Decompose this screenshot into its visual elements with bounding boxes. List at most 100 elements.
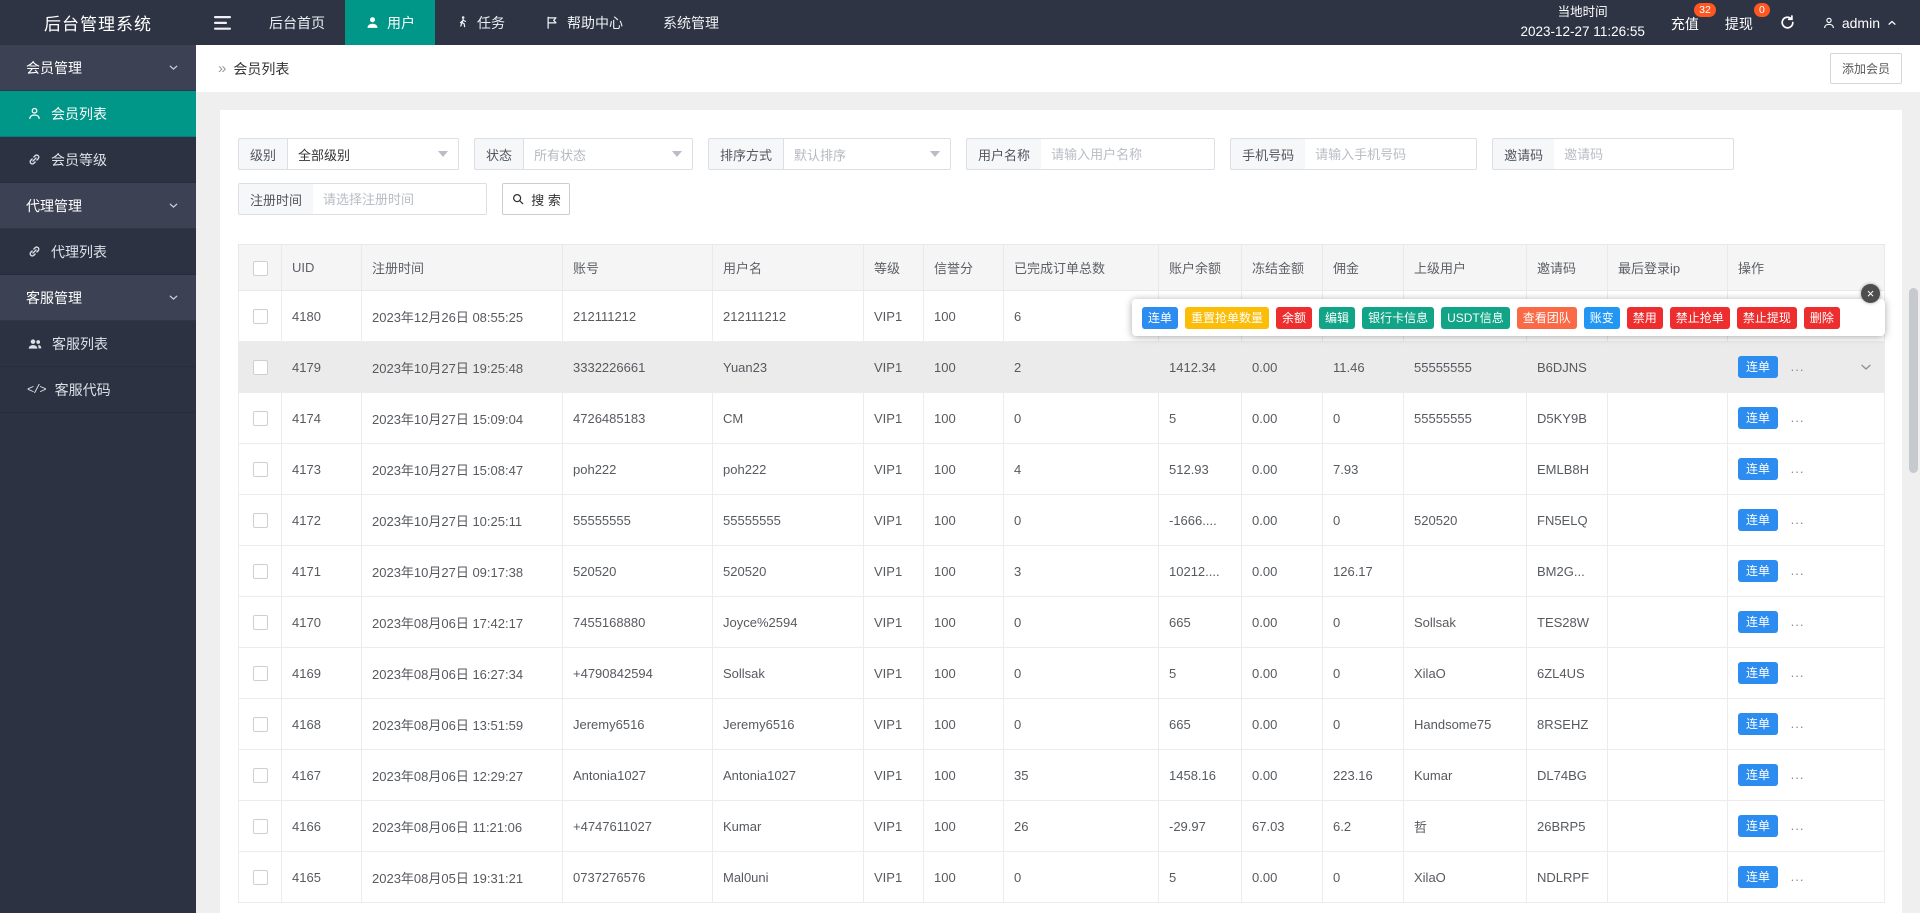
- more-actions-button[interactable]: ...: [1791, 818, 1805, 833]
- menu-home[interactable]: 后台首页: [249, 0, 345, 45]
- breadcrumb: » 会员列表: [218, 59, 289, 79]
- more-actions-button[interactable]: ...: [1791, 359, 1805, 374]
- vertical-scrollbar-thumb[interactable]: [1909, 288, 1918, 473]
- more-actions-button[interactable]: ...: [1791, 869, 1805, 884]
- more-actions-button[interactable]: ...: [1791, 563, 1805, 578]
- cell-credit: 100: [923, 800, 1004, 852]
- sidebar-item-member-list[interactable]: 会员列表: [0, 91, 196, 137]
- more-actions-button[interactable]: ...: [1791, 410, 1805, 425]
- cell-level: VIP1: [863, 290, 924, 342]
- liandan-button[interactable]: 连单: [1738, 611, 1779, 633]
- liandan-button[interactable]: 连单: [1738, 866, 1779, 888]
- cell-parent: 哲: [1403, 800, 1527, 852]
- sidebar-group-member[interactable]: 会员管理: [0, 45, 196, 91]
- popup-action-button[interactable]: 连单: [1142, 306, 1179, 329]
- cell-credit: 100: [923, 290, 1004, 342]
- menu-help[interactable]: 帮助中心: [525, 0, 643, 45]
- sidebar-toggle-button[interactable]: [196, 0, 249, 45]
- popup-action-button[interactable]: USDT信息: [1441, 306, 1510, 329]
- row-checkbox[interactable]: [252, 717, 268, 733]
- popup-action-button[interactable]: 编辑: [1319, 306, 1356, 329]
- liandan-button[interactable]: 连单: [1738, 458, 1779, 480]
- popup-action-button[interactable]: 重置抢单数量: [1185, 306, 1270, 329]
- row-checkbox[interactable]: [252, 360, 268, 376]
- cell-balance: 10212....: [1158, 545, 1242, 597]
- withdraw-button[interactable]: 提现 0: [1725, 2, 1770, 34]
- popup-action-button[interactable]: 禁止抢单: [1669, 306, 1730, 329]
- sidebar-item-member-level[interactable]: 会员等级: [0, 137, 196, 183]
- caret-down-icon: [930, 151, 941, 157]
- liandan-button[interactable]: 连单: [1738, 713, 1779, 735]
- cell-commission: 0: [1322, 392, 1404, 444]
- liandan-button[interactable]: 连单: [1738, 407, 1779, 429]
- cell-regtime: 2023年10月27日 10:25:11: [361, 494, 563, 546]
- refresh-icon: [1779, 14, 1796, 31]
- cell-invite: 8RSEHZ: [1526, 698, 1608, 750]
- menu-user[interactable]: 用户: [345, 0, 435, 45]
- phone-input[interactable]: [1305, 138, 1478, 170]
- cell-username: Joyce%2594: [712, 596, 864, 648]
- sidebar-group-service[interactable]: 客服管理: [0, 275, 196, 321]
- select-all-checkbox[interactable]: [252, 260, 268, 276]
- more-actions-button[interactable]: ...: [1791, 461, 1805, 476]
- page-title: 会员列表: [233, 60, 290, 77]
- menu-system[interactable]: 系统管理: [643, 0, 739, 45]
- liandan-button[interactable]: 连单: [1738, 509, 1779, 531]
- refresh-button[interactable]: [1779, 14, 1796, 31]
- add-member-button[interactable]: 添加会员: [1829, 53, 1902, 84]
- sidebar-group-agent[interactable]: 代理管理: [0, 183, 196, 229]
- row-checkbox[interactable]: [252, 768, 268, 784]
- popup-action-button[interactable]: 禁止提现: [1736, 306, 1797, 329]
- cell-credit: 100: [923, 596, 1004, 648]
- popup-action-button[interactable]: 余额: [1276, 306, 1313, 329]
- liandan-button[interactable]: 连单: [1738, 764, 1779, 786]
- recharge-button[interactable]: 充值 32: [1671, 2, 1716, 34]
- row-checkbox[interactable]: [252, 666, 268, 682]
- popup-action-button[interactable]: 账变: [1583, 306, 1620, 329]
- username-input[interactable]: [1041, 138, 1216, 170]
- status-select[interactable]: 所有状态: [523, 138, 694, 170]
- regtime-input[interactable]: [313, 183, 488, 215]
- row-checkbox[interactable]: [252, 309, 268, 325]
- row-checkbox[interactable]: [252, 819, 268, 835]
- more-actions-button[interactable]: ...: [1791, 767, 1805, 782]
- sidebar-item-service-code[interactable]: </> 客服代码: [0, 367, 196, 413]
- popup-action-button[interactable]: 查看团队: [1516, 306, 1577, 329]
- popup-action-button[interactable]: 银行卡信息: [1362, 306, 1435, 329]
- close-icon[interactable]: ×: [1861, 284, 1880, 303]
- search-button[interactable]: 搜 索: [502, 183, 571, 215]
- cell-commission: 126.17: [1322, 545, 1404, 597]
- popup-action-button[interactable]: 删除: [1803, 306, 1840, 329]
- row-checkbox[interactable]: [252, 870, 268, 886]
- more-actions-button[interactable]: ...: [1791, 716, 1805, 731]
- more-actions-button[interactable]: ...: [1791, 614, 1805, 629]
- sort-select[interactable]: 默认排序: [783, 138, 952, 170]
- col-account: 账号: [562, 244, 713, 291]
- invite-input[interactable]: [1554, 138, 1735, 170]
- menu-task[interactable]: 任务: [435, 0, 525, 45]
- cell-account: Antonia1027: [562, 749, 713, 801]
- row-checkbox[interactable]: [252, 462, 268, 478]
- cell-username: 55555555: [712, 494, 864, 546]
- cell-orders: 0: [1003, 596, 1159, 648]
- row-checkbox[interactable]: [252, 564, 268, 580]
- liandan-button[interactable]: 连单: [1738, 662, 1779, 684]
- more-actions-button[interactable]: ...: [1791, 665, 1805, 680]
- account-menu[interactable]: admin: [1822, 15, 1898, 31]
- expand-row-icon[interactable]: [1858, 359, 1874, 375]
- more-actions-button[interactable]: ...: [1791, 512, 1805, 527]
- sidebar-item-service-list[interactable]: 客服列表: [0, 321, 196, 367]
- row-checkbox[interactable]: [252, 615, 268, 631]
- row-checkbox[interactable]: [252, 513, 268, 529]
- liandan-button[interactable]: 连单: [1738, 560, 1779, 582]
- liandan-button[interactable]: 连单: [1738, 356, 1779, 378]
- cell-username: CM: [712, 392, 864, 444]
- cell-credit: 100: [923, 851, 1004, 903]
- row-checkbox[interactable]: [252, 411, 268, 427]
- popup-action-button[interactable]: 禁用: [1626, 306, 1663, 329]
- cell-commission: 223.16: [1322, 749, 1404, 801]
- liandan-button[interactable]: 连单: [1738, 815, 1779, 837]
- level-select[interactable]: 全部级别: [287, 138, 460, 170]
- cell-invite: DL74BG: [1526, 749, 1608, 801]
- sidebar-item-agent-list[interactable]: 代理列表: [0, 229, 196, 275]
